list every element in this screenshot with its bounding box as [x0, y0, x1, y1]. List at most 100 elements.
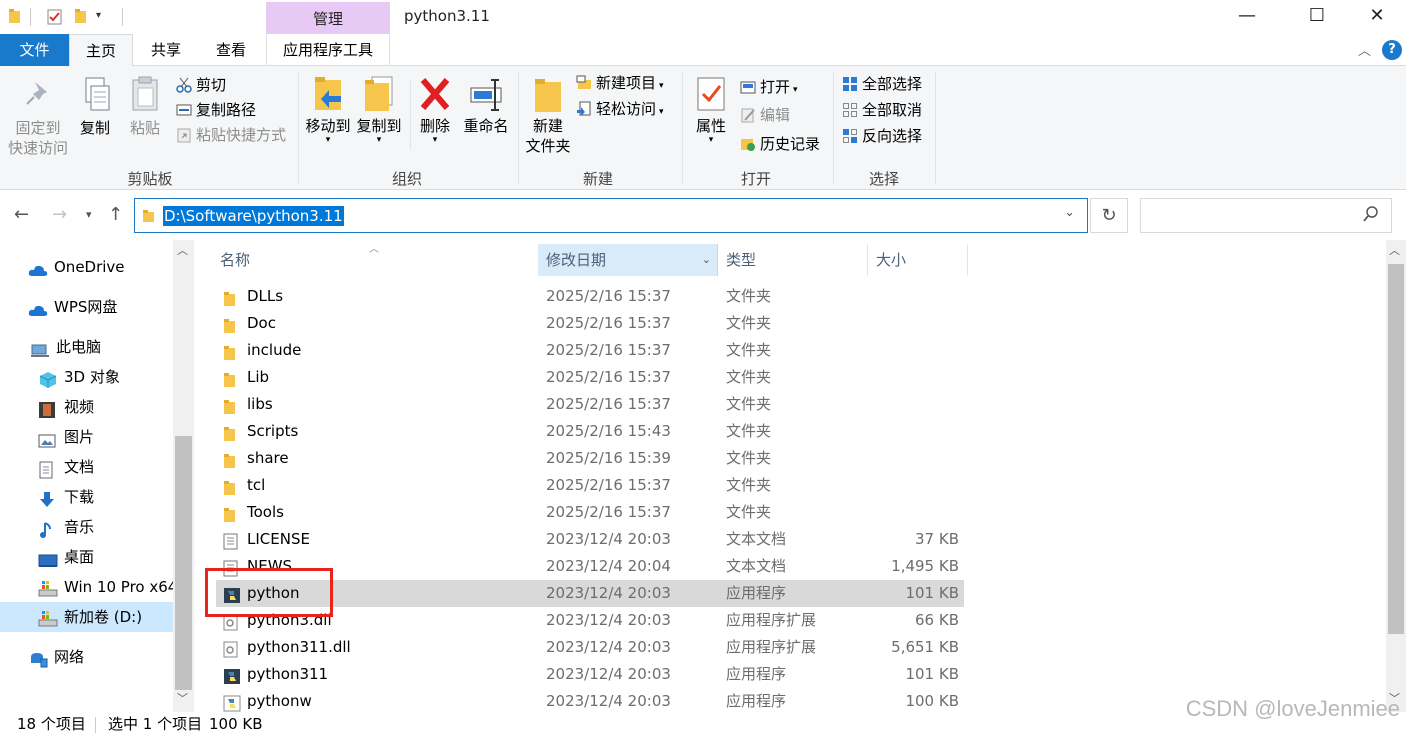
up-arrow-icon[interactable]: ↑: [108, 204, 123, 225]
file-row[interactable]: python311.dll 2023/12/4 20:03 应用程序扩展 5,651 …: [216, 634, 964, 661]
nav-item-item-8[interactable]: 音乐: [0, 512, 173, 542]
select-all-button[interactable]: 全部选择: [842, 73, 922, 95]
nav-item-item-2[interactable]: 此电脑: [0, 332, 173, 362]
cloud-icon: [28, 259, 48, 276]
open-button[interactable]: 打开 ▾: [740, 76, 798, 98]
nav-item-item-6[interactable]: 文档: [0, 452, 173, 482]
navigation-pane: OneDrive WPS网盘此电脑 3D 对象 视频 图片文档下载 音乐 桌面 Win 10 …: [0, 240, 194, 712]
minimize-button[interactable]: —: [1224, 0, 1270, 32]
chevron-down-icon: ▾: [325, 135, 331, 145]
file-row[interactable]: libs 2025/2/16 15:37 文件夹: [216, 391, 964, 418]
file-row[interactable]: include 2025/2/16 15:37 文件夹: [216, 337, 964, 364]
help-icon[interactable]: ?: [1382, 40, 1402, 60]
address-path[interactable]: D:\Software\python3.11: [163, 206, 344, 226]
file-row[interactable]: pythonw 2023/12/4 20:03 应用程序 100 KB: [216, 688, 964, 715]
address-bar[interactable]: D:\Software\python3.11 ⌄: [134, 198, 1088, 233]
pin-quick-access-button[interactable]: 固定到 快速访问: [6, 76, 70, 158]
copy-to-button[interactable]: 复制到 ▾: [354, 74, 404, 145]
file-row[interactable]: Doc 2025/2/16 15:37 文件夹: [216, 310, 964, 337]
tab-file[interactable]: 文件: [0, 34, 69, 66]
clipboard-group-label: 剪贴板: [127, 170, 173, 188]
pin-icon: [21, 76, 55, 114]
customize-toolbar-icon[interactable]: ▾: [96, 10, 110, 26]
new-folder-label-2: 文件夹: [525, 137, 571, 155]
watermark: CSDN @loveJenmiee: [1185, 696, 1400, 721]
new-item-button[interactable]: 新建项目 ▾: [576, 72, 664, 94]
forward-arrow-icon[interactable]: →: [52, 204, 67, 225]
scroll-up-icon[interactable]: ︿: [1389, 242, 1400, 258]
nav-item-item-5[interactable]: 图片: [0, 422, 173, 452]
nav-item-item-12[interactable]: 网络: [0, 642, 173, 672]
nav-item-item-7[interactable]: 下载: [0, 482, 173, 512]
file-row[interactable]: Scripts 2025/2/16 15:43 文件夹: [216, 418, 964, 445]
column-header-date[interactable]: 修改日期 ⌄: [538, 244, 718, 276]
tab-app-tools[interactable]: 应用程序工具: [266, 34, 390, 66]
properties-icon[interactable]: [46, 8, 64, 25]
delete-button[interactable]: 删除 ▾: [414, 74, 456, 145]
new-folder-button[interactable]: 新建 文件夹: [522, 74, 574, 156]
refresh-button[interactable]: ↻: [1090, 198, 1128, 233]
file-row[interactable]: Tools 2025/2/16 15:37 文件夹: [216, 499, 964, 526]
scroll-down-icon[interactable]: ﹀: [177, 690, 188, 706]
scroll-up-icon[interactable]: ︿: [177, 242, 188, 258]
nav-item-item-4[interactable]: 视频: [0, 392, 173, 422]
nav-item-win-10-pro-x64[interactable]: Win 10 Pro x64: [0, 572, 177, 602]
file-row[interactable]: LICENSE 2023/12/4 20:03 文本文档 37 KB: [216, 526, 964, 553]
rename-button[interactable]: 重命名: [458, 74, 514, 136]
tab-view[interactable]: 查看: [200, 34, 262, 66]
cut-button[interactable]: 剪切: [176, 74, 226, 96]
close-button[interactable]: ✕: [1354, 0, 1400, 32]
column-header-type[interactable]: 类型: [718, 244, 868, 276]
title-bar: ▾ 管理 python3.11 — ☐ ✕: [0, 0, 1406, 34]
divider: [30, 8, 31, 26]
nav-item-onedrive[interactable]: OneDrive: [0, 252, 173, 282]
properties-button[interactable]: 属性 ▾: [688, 74, 734, 145]
file-size: 101 KB: [905, 665, 959, 683]
invert-selection-button[interactable]: 反向选择: [842, 125, 922, 147]
nav-item-label: 文档: [64, 458, 95, 476]
file-row[interactable]: python311 2023/12/4 20:03 应用程序 101 KB: [216, 661, 964, 688]
file-size: 5,651 KB: [891, 638, 959, 656]
chevron-down-icon: ▾: [659, 107, 664, 117]
paste-shortcut-button[interactable]: 粘贴快捷方式: [176, 124, 286, 146]
easy-access-button[interactable]: 轻松访问 ▾: [576, 98, 664, 120]
scroll-thumb[interactable]: [1388, 264, 1404, 634]
move-to-button[interactable]: 移动到 ▾: [302, 74, 354, 145]
history-button[interactable]: 历史记录: [740, 133, 820, 155]
copy-button[interactable]: 复制: [72, 76, 118, 138]
back-arrow-icon[interactable]: ←: [14, 204, 29, 225]
column-header-size[interactable]: 大小: [868, 244, 968, 276]
chevron-down-icon[interactable]: ⌄: [1064, 205, 1075, 220]
select-none-button[interactable]: 全部取消: [842, 99, 922, 121]
tab-share[interactable]: 共享: [135, 34, 197, 66]
nav-item-item-9[interactable]: 桌面: [0, 542, 173, 572]
file-date: 2025/2/16 15:37: [546, 314, 671, 332]
nav-item-wps[interactable]: WPS网盘: [0, 292, 173, 322]
file-list-scrollbar[interactable]: ︿ ﹀: [1386, 240, 1406, 712]
manage-tab[interactable]: 管理: [266, 2, 390, 34]
nav-item-d[interactable]: 新加卷 (D:): [0, 602, 173, 632]
folder-icon[interactable]: [8, 8, 22, 24]
paste-button[interactable]: 粘贴: [122, 76, 168, 138]
open-icon: [740, 79, 756, 95]
file-row[interactable]: share 2025/2/16 15:39 文件夹: [216, 445, 964, 472]
scroll-thumb[interactable]: [175, 436, 192, 690]
file-row[interactable]: Lib 2025/2/16 15:37 文件夹: [216, 364, 964, 391]
tab-home[interactable]: 主页: [69, 34, 133, 67]
file-row[interactable]: DLLs 2025/2/16 15:37 文件夹: [216, 283, 964, 310]
recent-locations-chevron-icon[interactable]: ▾: [86, 208, 92, 221]
maximize-button[interactable]: ☐: [1294, 0, 1340, 32]
edit-button[interactable]: 编辑: [740, 104, 790, 126]
search-input[interactable]: [1140, 198, 1392, 233]
copy-path-button[interactable]: 复制路径: [176, 99, 256, 121]
navigation-scrollbar[interactable]: ︿ ﹀: [173, 240, 194, 712]
column-header-name[interactable]: 名称: [216, 244, 538, 276]
file-row[interactable]: tcl 2025/2/16 15:37 文件夹: [216, 472, 964, 499]
chevron-down-icon[interactable]: ⌄: [702, 244, 711, 276]
nav-item-3d[interactable]: 3D 对象: [0, 362, 173, 392]
file-date: 2023/12/4 20:03: [546, 584, 671, 602]
select-group-label: 选择: [868, 170, 899, 188]
collapse-ribbon-icon[interactable]: ︿: [1358, 40, 1371, 59]
new-folder-icon[interactable]: [74, 8, 88, 24]
properties-icon: [694, 74, 728, 112]
